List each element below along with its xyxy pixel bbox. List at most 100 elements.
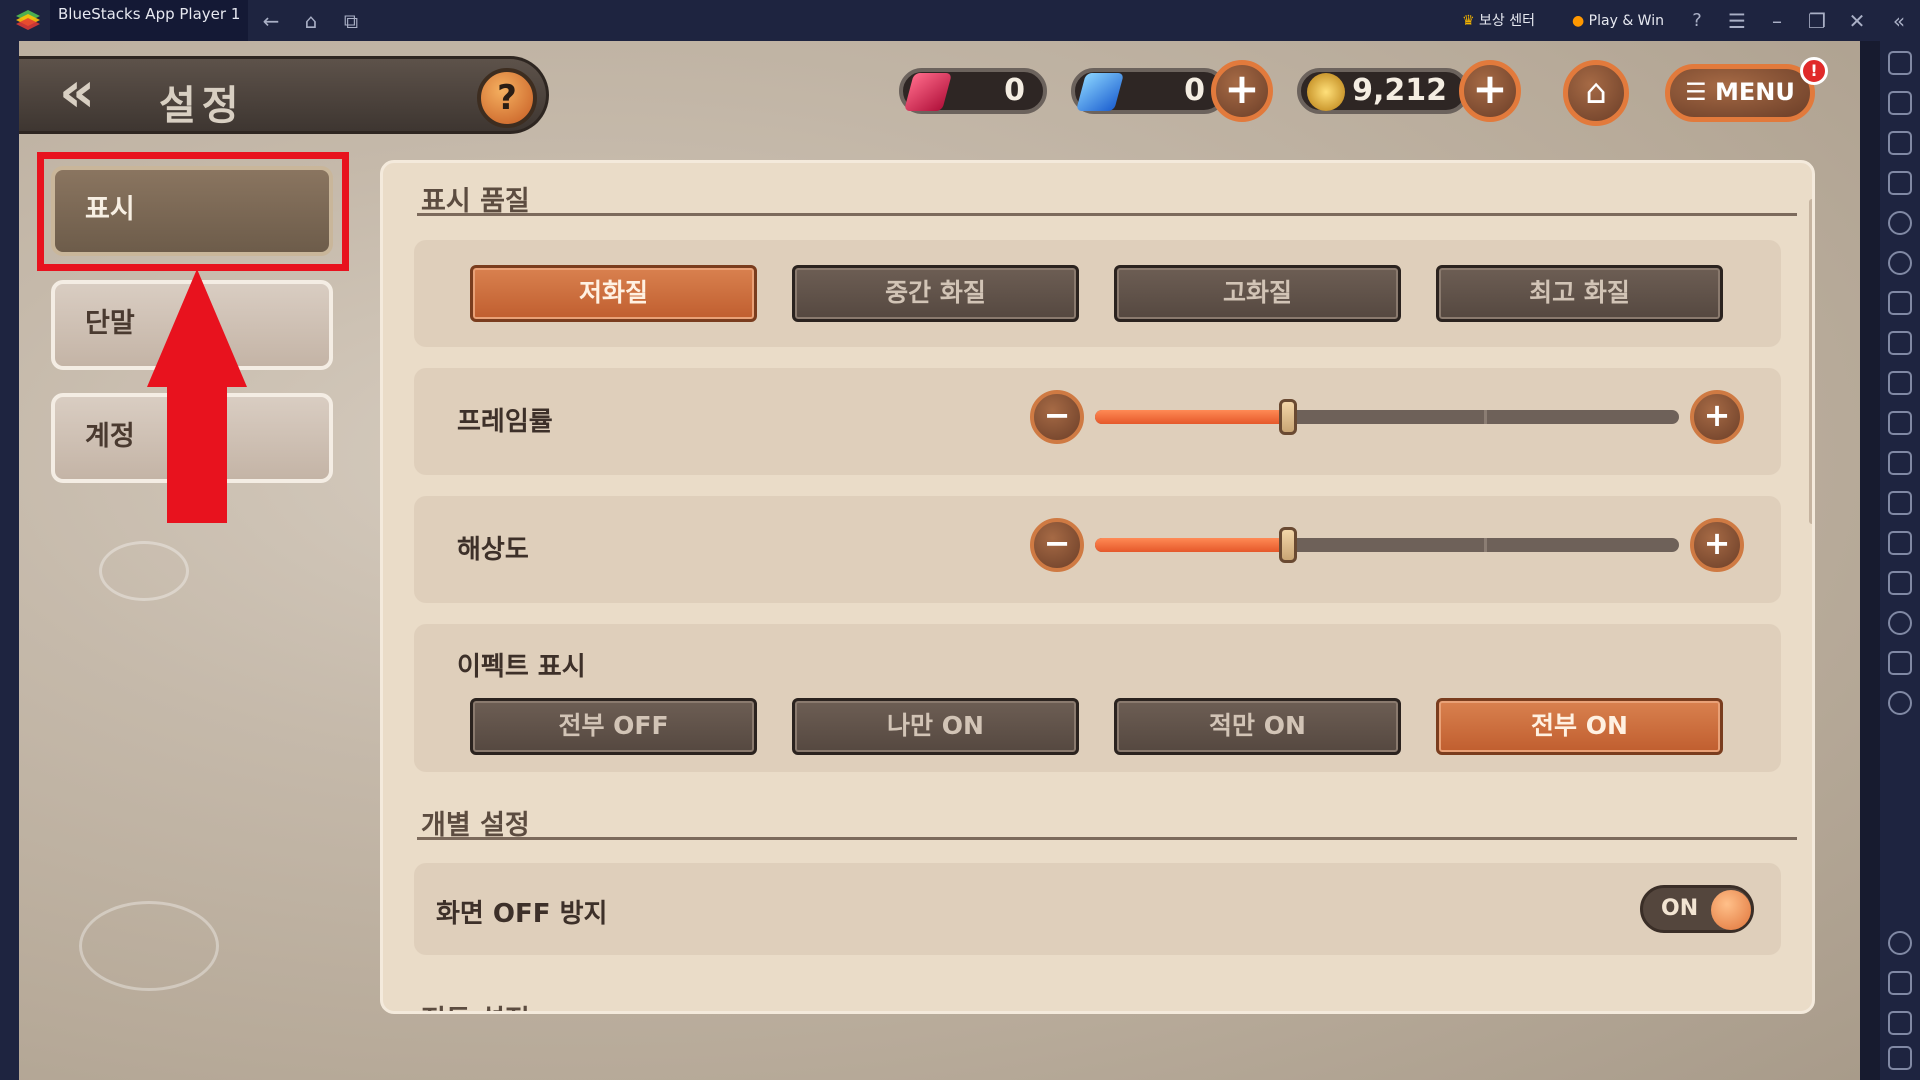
- android-home-icon[interactable]: [1888, 1011, 1912, 1035]
- resolution-decrease-button[interactable]: −: [1030, 518, 1084, 572]
- bluestacks-logo-icon: [16, 10, 40, 30]
- quality-medium-button[interactable]: 중간 화질: [792, 265, 1079, 322]
- effects-enemy-only-button[interactable]: 적만 ON: [1114, 698, 1401, 755]
- gallery-icon[interactable]: [1888, 451, 1912, 475]
- framerate-row: 프레임률 − +: [414, 368, 1781, 475]
- speed-icon[interactable]: [1888, 691, 1912, 715]
- screenshot-icon[interactable]: [1888, 371, 1912, 395]
- screen-off-row: 화면 OFF 방지 ON: [414, 863, 1781, 955]
- slider-tick: [1484, 410, 1487, 424]
- android-back-icon[interactable]: [1888, 971, 1912, 995]
- resolution-increase-button[interactable]: +: [1690, 518, 1744, 572]
- location-icon[interactable]: [1888, 611, 1912, 635]
- resolution-row: 해상도 − +: [414, 496, 1781, 603]
- framerate-increase-button[interactable]: +: [1690, 390, 1744, 444]
- play-win-label: Play & Win: [1588, 13, 1664, 29]
- gold-counter: 9,212: [1297, 68, 1469, 114]
- keyboard-icon[interactable]: [1888, 171, 1912, 195]
- resolution-slider-thumb[interactable]: [1279, 527, 1297, 563]
- effects-all-on-button[interactable]: 전부 ON: [1436, 698, 1723, 755]
- eraser-icon[interactable]: [1888, 571, 1912, 595]
- close-icon[interactable]: ✕: [1844, 8, 1870, 34]
- framerate-slider[interactable]: [1095, 399, 1679, 435]
- hamburger-menu-icon[interactable]: ☰: [1724, 8, 1750, 34]
- section-title-combat: 전투 설정: [421, 998, 530, 1011]
- layers-icon[interactable]: [1888, 651, 1912, 675]
- red-gem-counter: 0: [899, 68, 1047, 114]
- recent-apps-icon[interactable]: ⧉: [338, 8, 364, 34]
- gold-coin-icon: [1307, 73, 1345, 111]
- effects-label: 이펙트 표시: [457, 652, 586, 682]
- quality-low-button[interactable]: 저화질: [470, 265, 757, 322]
- record-icon[interactable]: [1888, 411, 1912, 435]
- blue-gem-value: 0: [1184, 73, 1205, 108]
- notification-badge: !: [1800, 57, 1828, 85]
- rotate-icon[interactable]: [1888, 251, 1912, 275]
- resolution-label: 해상도: [457, 535, 529, 565]
- quality-highest-button[interactable]: 최고 화질: [1436, 265, 1723, 322]
- fullscreen-icon[interactable]: [1888, 51, 1912, 75]
- house-icon: ⌂: [1585, 72, 1607, 112]
- window-titlebar: BlueStacks App Player 1 ← ⌂ ⧉ ♛ 보상 센터 ● …: [0, 0, 1920, 41]
- blue-gem-counter: 0: [1071, 68, 1227, 114]
- multi-instance-icon[interactable]: [1888, 291, 1912, 315]
- page-title: 설정: [159, 83, 245, 129]
- framerate-slider-thumb[interactable]: [1279, 399, 1297, 435]
- game-viewport: « 설정 ? 0 0 + 9,212 + ⌂ ☰ MENU ! 표시 단말 계정…: [19, 41, 1860, 1080]
- apk-icon[interactable]: [1888, 331, 1912, 355]
- effects-row: 이펙트 표시 전부 OFF 나만 ON 적만 ON 전부 ON: [414, 624, 1781, 772]
- resolution-slider-fill: [1095, 538, 1288, 552]
- red-gem-icon: [903, 73, 953, 111]
- panel-scrollbar[interactable]: [1809, 199, 1812, 524]
- slider-tick: [1484, 538, 1487, 552]
- add-gold-button[interactable]: +: [1459, 60, 1521, 122]
- media-icon[interactable]: [1888, 131, 1912, 155]
- home-icon[interactable]: ⌂: [298, 8, 324, 34]
- screen-off-label: 화면 OFF 방지: [436, 899, 608, 929]
- help-circle-icon[interactable]: ?: [1684, 8, 1710, 34]
- home-button[interactable]: ⌂: [1563, 60, 1629, 126]
- app-title: BlueStacks App Player 1: [50, 0, 249, 41]
- reward-center-button[interactable]: ♛ 보상 센터: [1462, 8, 1535, 34]
- background-marking: [79, 901, 219, 991]
- settings-panel[interactable]: 표시 품질 저화질 중간 화질 고화질 최고 화질 프레임률 − + 해상도 −: [380, 160, 1815, 1014]
- effects-all-off-button[interactable]: 전부 OFF: [470, 698, 757, 755]
- settings-header: « 설정 ?: [19, 56, 549, 134]
- left-frame: [0, 41, 19, 1080]
- airplane-icon[interactable]: [1888, 491, 1912, 515]
- collapse-sidebar-icon[interactable]: «: [1886, 8, 1912, 34]
- screen-off-toggle[interactable]: ON: [1640, 885, 1754, 933]
- volume-icon[interactable]: [1888, 91, 1912, 115]
- gold-value: 9,212: [1352, 73, 1447, 108]
- annotation-arrow-up-icon: [147, 269, 247, 387]
- framerate-decrease-button[interactable]: −: [1030, 390, 1084, 444]
- emulator-sidebar: [1880, 41, 1920, 1080]
- help-button[interactable]: ?: [477, 68, 537, 128]
- menu-button[interactable]: ☰ MENU: [1665, 64, 1815, 122]
- android-recents-icon[interactable]: [1888, 1046, 1912, 1070]
- crown-icon: ♛: [1462, 13, 1475, 29]
- minimize-icon[interactable]: –: [1764, 8, 1790, 34]
- quality-high-button[interactable]: 고화질: [1114, 265, 1401, 322]
- resolution-slider[interactable]: [1095, 527, 1679, 563]
- reward-center-label: 보상 센터: [1479, 13, 1535, 29]
- framerate-label: 프레임률: [457, 407, 553, 437]
- add-blue-gem-button[interactable]: +: [1211, 60, 1273, 122]
- quality-options-row: 저화질 중간 화질 고화질 최고 화질: [414, 240, 1781, 347]
- macro-icon[interactable]: [1888, 211, 1912, 235]
- blue-gem-icon: [1075, 73, 1125, 111]
- annotation-highlight-box: [37, 152, 349, 271]
- section-divider: [417, 837, 1797, 840]
- annotation-arrow-shaft: [167, 385, 227, 523]
- coin-icon: ●: [1572, 13, 1585, 29]
- restore-icon[interactable]: ❐: [1804, 8, 1830, 34]
- back-icon[interactable]: ←: [258, 8, 284, 34]
- red-gem-value: 0: [1004, 73, 1025, 108]
- right-frame: [1860, 41, 1880, 1080]
- toggle-state-label: ON: [1661, 896, 1699, 921]
- effects-self-only-button[interactable]: 나만 ON: [792, 698, 1079, 755]
- resize-icon[interactable]: [1888, 531, 1912, 555]
- play-win-button[interactable]: ● Play & Win: [1572, 8, 1664, 34]
- back-arrow-icon[interactable]: «: [59, 65, 119, 121]
- settings-gear-icon[interactable]: [1888, 931, 1912, 955]
